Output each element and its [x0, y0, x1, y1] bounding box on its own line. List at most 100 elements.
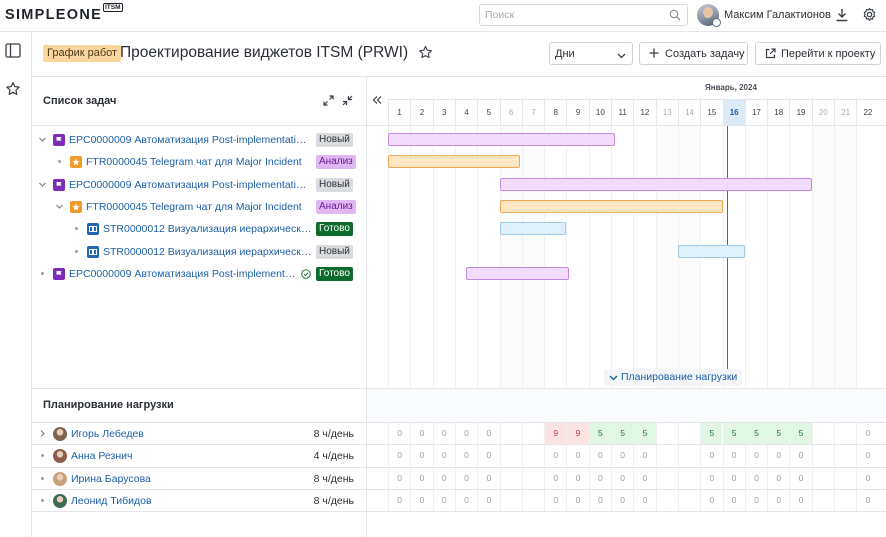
task-row[interactable]: FTR0000045 Telegram чат для Major Incide…: [32, 151, 366, 173]
star-icon[interactable]: [418, 45, 433, 63]
task-bar[interactable]: [388, 133, 616, 146]
expand-all-icon[interactable]: [323, 95, 334, 109]
task-row[interactable]: STR0000012 Визуализация иерархической ст…: [32, 218, 366, 240]
task-name-link[interactable]: EPC0000009 Автоматизация Post-implementa…: [69, 179, 312, 191]
task-bar[interactable]: [499, 222, 567, 236]
task-bar[interactable]: [499, 177, 812, 191]
app-logo[interactable]: SIMPLEONE: [5, 7, 102, 23]
time-scale-select[interactable]: Дни: [549, 42, 633, 65]
workload-cell[interactable]: 0: [856, 423, 878, 444]
task-row[interactable]: STR0000012 Визуализация иерархической ст…: [32, 241, 366, 263]
workload-cell[interactable]: 0: [410, 423, 432, 444]
chevron-down-icon[interactable]: [38, 180, 47, 192]
task-row[interactable]: EPC0000009 Автоматизация Post-implementa…: [32, 263, 366, 285]
workload-cell[interactable]: [499, 445, 522, 467]
person-name-link[interactable]: Анна Резнич: [71, 450, 132, 462]
workload-cell[interactable]: 0: [544, 467, 566, 489]
search-input[interactable]: [485, 8, 665, 22]
task-name-link[interactable]: EPC0000009 Автоматизация Post-implementa…: [69, 134, 312, 146]
workload-cell[interactable]: 0: [388, 445, 410, 467]
workload-cell[interactable]: [677, 423, 700, 444]
collapse-all-icon[interactable]: [342, 95, 353, 109]
workload-cell[interactable]: 5: [767, 423, 790, 444]
workload-cell[interactable]: [677, 467, 700, 489]
workload-cell[interactable]: [655, 423, 678, 444]
workload-cell[interactable]: [521, 423, 544, 444]
workload-cell[interactable]: 0: [700, 445, 722, 467]
workload-cell[interactable]: 0: [544, 445, 566, 467]
workload-cell[interactable]: [655, 467, 678, 489]
workload-cell[interactable]: 0: [477, 467, 499, 489]
workload-row[interactable]: Ирина Барусова 8 ч/день: [32, 468, 366, 490]
workload-cell[interactable]: 0: [856, 445, 878, 467]
task-name-link[interactable]: STR0000012 Визуализация иерархической ст…: [103, 246, 312, 258]
workload-cell[interactable]: 0: [566, 489, 588, 511]
workload-cell[interactable]: 0: [432, 467, 455, 489]
workload-cell[interactable]: 0: [722, 489, 745, 511]
workload-cell[interactable]: 0: [722, 445, 745, 467]
workload-cell[interactable]: [811, 445, 834, 467]
workload-toggle[interactable]: Планирование нагрузки: [604, 369, 743, 386]
workload-cell[interactable]: [811, 423, 834, 444]
workload-cell[interactable]: 5: [700, 423, 723, 444]
workload-cell[interactable]: 0: [700, 489, 722, 511]
task-name-link[interactable]: FTR0000045 Telegram чат для Major Incide…: [86, 201, 312, 213]
workload-cell[interactable]: 0: [410, 467, 432, 489]
workload-cell[interactable]: [521, 489, 544, 511]
create-task-button[interactable]: Создать задачу: [639, 42, 748, 65]
workload-cell[interactable]: [834, 489, 856, 511]
chevron-right-icon[interactable]: [38, 429, 47, 441]
double-chevron-left-icon[interactable]: [372, 95, 382, 108]
workload-cell[interactable]: [655, 489, 678, 511]
task-row[interactable]: EPC0000009 Автоматизация Post-implementa…: [32, 129, 366, 151]
task-bar[interactable]: [466, 266, 569, 280]
workload-row[interactable]: Анна Резнич 4 ч/день: [32, 445, 366, 467]
workload-cell[interactable]: [834, 467, 856, 489]
workload-cell[interactable]: 0: [856, 467, 878, 489]
workload-cell[interactable]: 5: [633, 423, 656, 444]
workload-cell[interactable]: 0: [611, 467, 633, 489]
workload-cell[interactable]: 0: [432, 445, 455, 467]
workload-cell[interactable]: [499, 489, 522, 511]
go-to-project-button[interactable]: Перейти к проекту: [755, 42, 881, 65]
workload-cell[interactable]: 0: [477, 489, 499, 511]
chevron-down-icon[interactable]: [55, 202, 64, 214]
task-bar[interactable]: [499, 199, 723, 213]
user-name[interactable]: Максим Галактионов: [724, 9, 831, 21]
workload-cell[interactable]: 9: [544, 423, 567, 444]
workload-cell[interactable]: 0: [767, 489, 789, 511]
favorites-star-icon[interactable]: [5, 81, 21, 100]
workload-cell[interactable]: 0: [432, 423, 455, 444]
workload-cell[interactable]: 0: [633, 467, 655, 489]
person-name-link[interactable]: Игорь Лебедев: [71, 428, 144, 440]
workload-cell[interactable]: [677, 445, 700, 467]
workload-cell[interactable]: 0: [611, 489, 633, 511]
person-name-link[interactable]: Леонид Тибидов: [71, 495, 152, 507]
search-icon[interactable]: [669, 9, 681, 24]
workload-cell[interactable]: 0: [789, 489, 811, 511]
download-icon[interactable]: [835, 8, 849, 25]
task-row[interactable]: EPC0000009 Автоматизация Post-implementa…: [32, 174, 366, 196]
workload-cell[interactable]: 0: [544, 489, 566, 511]
workload-cell[interactable]: 5: [789, 423, 812, 444]
workload-cell[interactable]: 0: [477, 423, 499, 444]
workload-cell[interactable]: [811, 489, 834, 511]
workload-cell[interactable]: 0: [454, 445, 477, 467]
workload-cell[interactable]: 0: [410, 489, 432, 511]
workload-cell[interactable]: 0: [744, 445, 767, 467]
workload-cell[interactable]: 5: [611, 423, 634, 444]
workload-cell[interactable]: [499, 423, 522, 444]
workload-cell[interactable]: 0: [856, 489, 878, 511]
workload-cell[interactable]: 0: [388, 467, 410, 489]
workload-cell[interactable]: [834, 423, 856, 444]
workload-cell[interactable]: 0: [767, 445, 789, 467]
person-name-link[interactable]: Ирина Барусова: [71, 473, 151, 485]
task-bar[interactable]: [677, 244, 745, 258]
workload-cell[interactable]: 5: [722, 423, 745, 444]
workload-cell[interactable]: 0: [410, 445, 432, 467]
task-name-link[interactable]: EPC0000009 Автоматизация Post-implementa…: [69, 268, 298, 280]
workload-cell[interactable]: 0: [767, 467, 789, 489]
workload-cell[interactable]: 0: [477, 445, 499, 467]
workload-cell[interactable]: 0: [566, 445, 588, 467]
workload-cell[interactable]: [521, 467, 544, 489]
